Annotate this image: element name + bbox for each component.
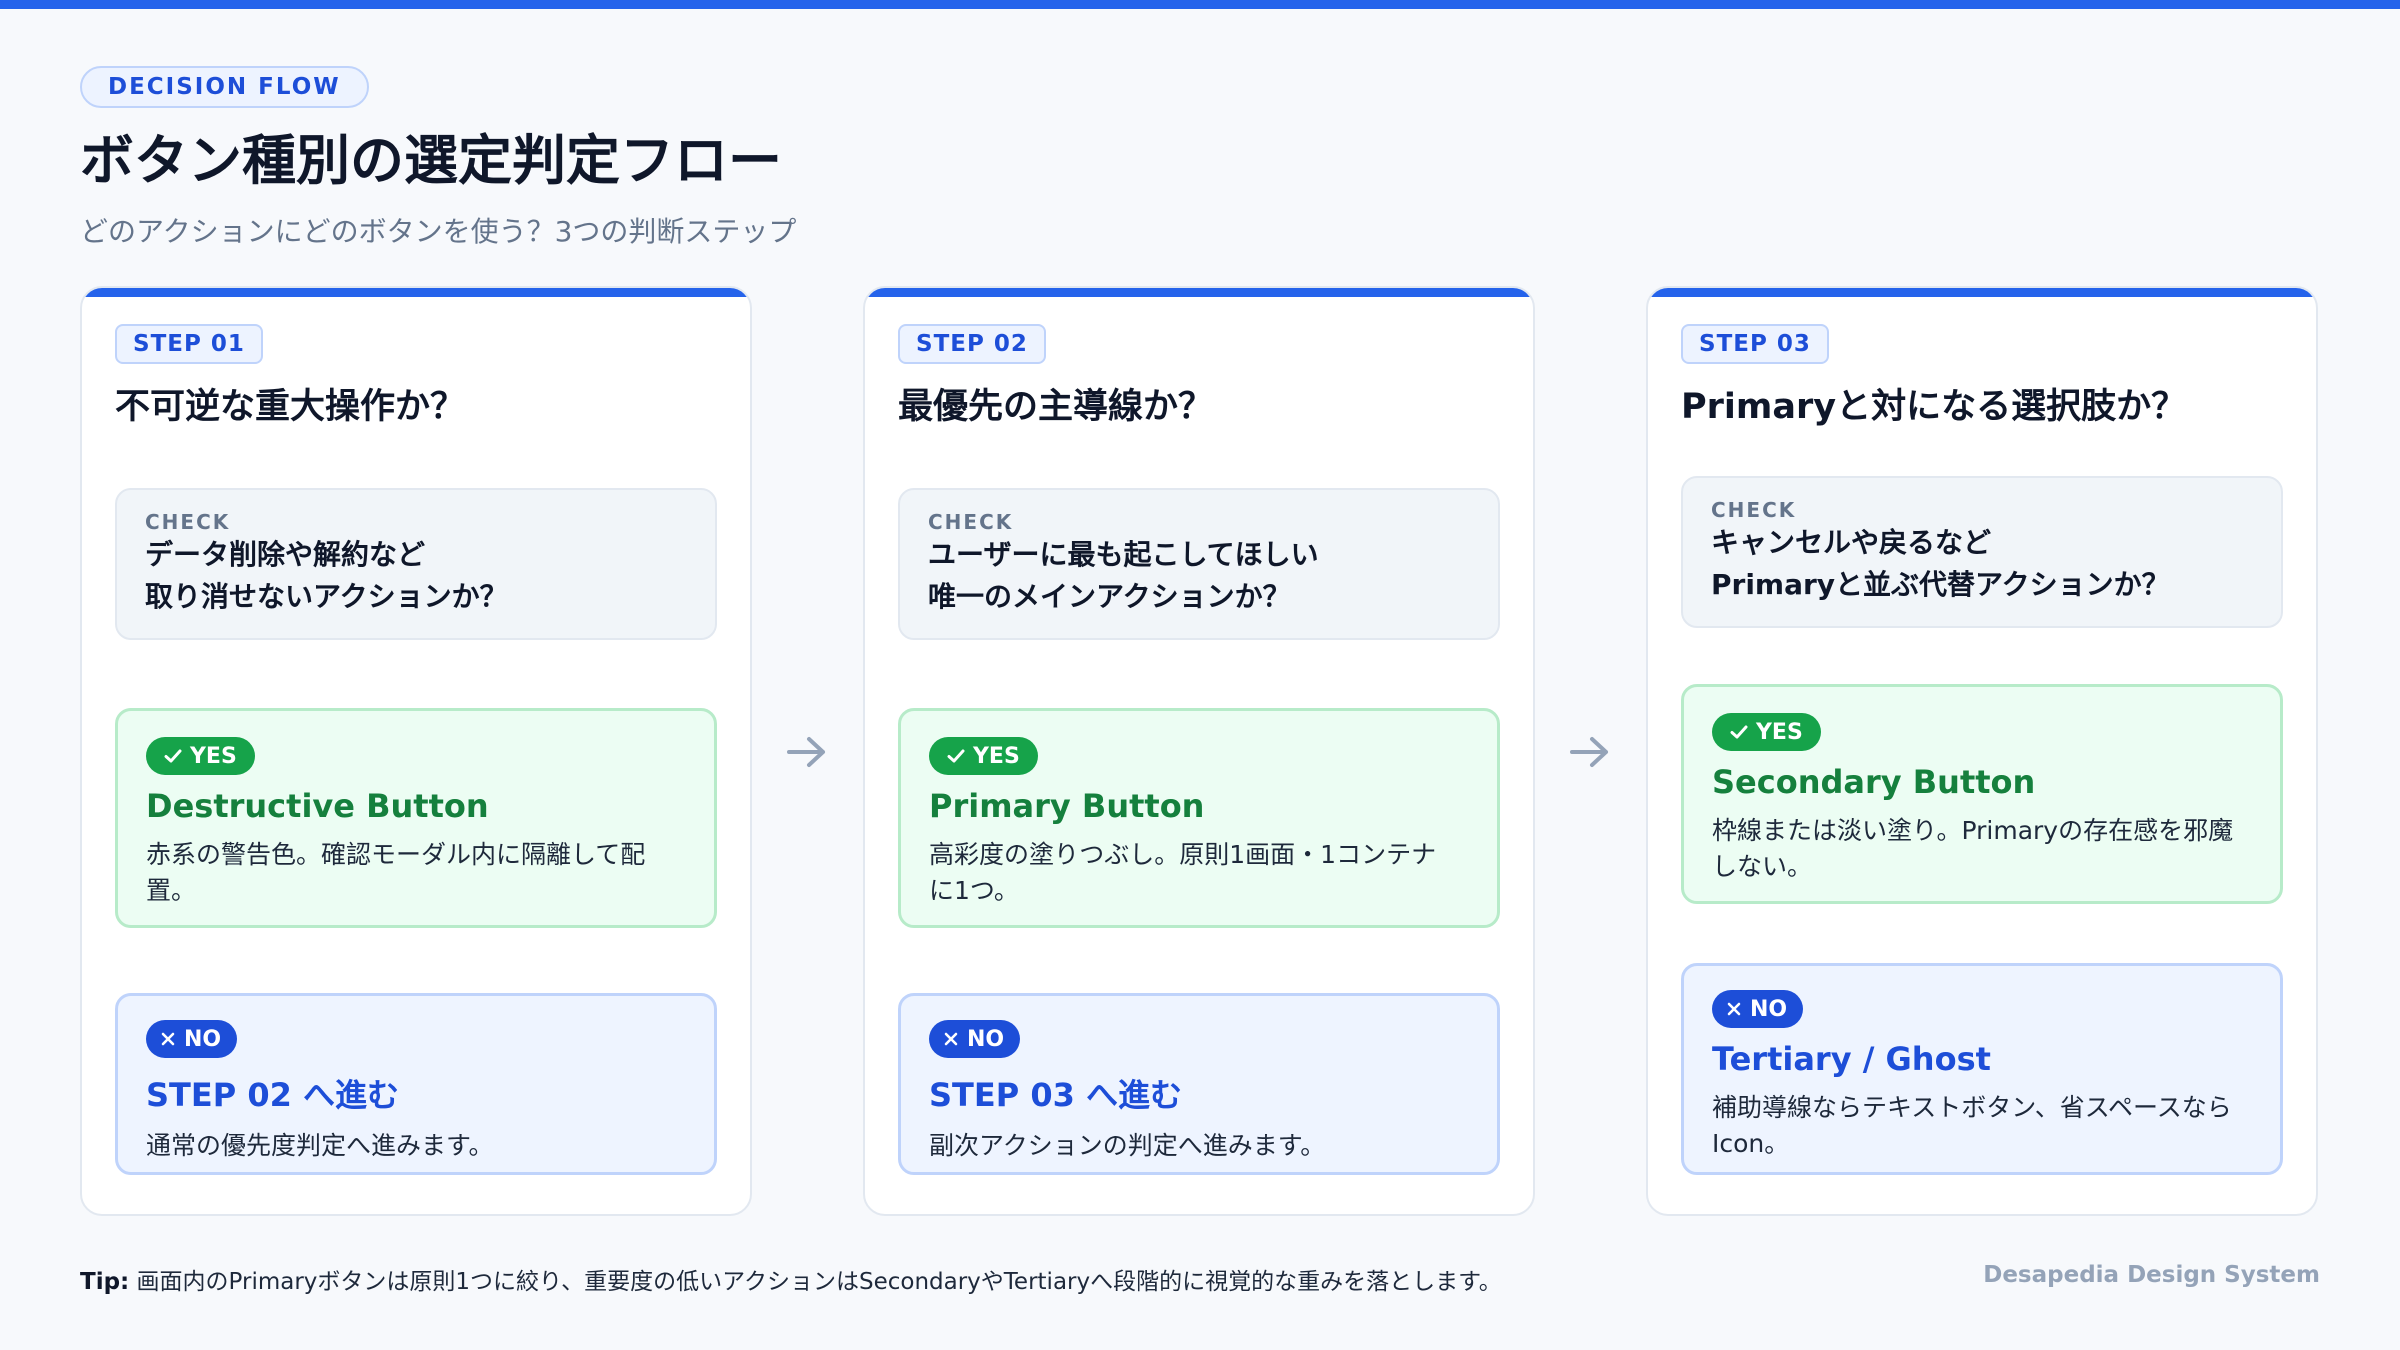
step-question: 不可逆な重大操作か？ [115, 387, 466, 427]
tip-label: Tip: [80, 1269, 130, 1295]
no-label: NO [967, 1026, 1005, 1052]
no-desc-line: 通常の優先度判定へ進みます。 [146, 1131, 494, 1160]
check-box: CHECK ユーザーに最も起こしてほしい 唯一のメインアクションか？ [898, 488, 1500, 640]
no-label: NO [1750, 996, 1788, 1022]
yes-pill: YES [929, 737, 1038, 775]
check-line: 唯一のメインアクションか？ [928, 580, 1291, 613]
yes-outcome: YES Secondary Button 枠線または淡い塗り。Primaryの存… [1681, 684, 2283, 904]
arrow-right-icon [777, 730, 837, 774]
no-description: 通常の優先度判定へ進みます。 [146, 1128, 686, 1164]
yes-description: 高彩度の塗りつぶし。原則1画面・1コンテナ に1つ。 [929, 837, 1469, 909]
check-box: CHECK データ削除や解約など 取り消せないアクションか？ [115, 488, 717, 640]
step-card-2: STEP 02 最優先の主導線か？ CHECK ユーザーに最も起こしてほしい 唯… [863, 286, 1535, 1216]
check-line: Primaryと並ぶ代替アクションか？ [1711, 568, 2170, 601]
check-label: CHECK [1711, 498, 1797, 522]
close-icon [1727, 1002, 1741, 1016]
check-line: キャンセルや戻るなど [1711, 526, 1992, 559]
no-label: NO [184, 1026, 222, 1052]
check-line: データ削除や解約など [145, 538, 426, 571]
yes-desc-line: 赤系の警告色。確認モーダル内に隔離して配 [146, 840, 646, 869]
no-description: 補助導線ならテキストボタン、省スペースなら Icon。 [1712, 1090, 2252, 1162]
step-badge: STEP 01 [115, 324, 263, 364]
page-subtitle: どのアクションにどのボタンを使う？3つの判断ステップ [80, 215, 797, 249]
yes-desc-line: 枠線または淡い塗り。Primaryの存在感を邪魔 [1712, 816, 2234, 845]
step-badge: STEP 02 [898, 324, 1046, 364]
no-description: 副次アクションの判定へ進みます。 [929, 1128, 1469, 1164]
yes-desc-line: しない。 [1712, 852, 1813, 881]
credit-text: Desapedia Design System [1983, 1262, 2320, 1288]
yes-title: Primary Button [929, 787, 1205, 825]
yes-outcome: YES Destructive Button 赤系の警告色。確認モーダル内に隔離… [115, 708, 717, 928]
yes-label: YES [190, 743, 237, 769]
page-header: DECISION FLOW ボタン種別の選定判定フロー どのアクションにどのボタ… [80, 66, 2320, 1216]
yes-desc-line: 高彩度の塗りつぶし。原則1画面・1コンテナ [929, 840, 1437, 869]
no-title: STEP 03 へ進む [929, 1076, 1183, 1114]
check-icon [947, 749, 965, 763]
no-outcome: NO Tertiary / Ghost 補助導線ならテキストボタン、省スペースな… [1681, 963, 2283, 1175]
no-desc-line: 副次アクションの判定へ進みます。 [929, 1131, 1326, 1160]
yes-title: Destructive Button [146, 787, 489, 825]
check-label: CHECK [145, 510, 231, 534]
no-title: Tertiary / Ghost [1712, 1040, 1991, 1078]
yes-desc-line: 置。 [146, 876, 197, 905]
yes-description: 枠線または淡い塗り。Primaryの存在感を邪魔 しない。 [1712, 813, 2252, 885]
close-icon [944, 1032, 958, 1046]
step-question: Primaryと対になる選択肢か？ [1681, 387, 2187, 427]
eyebrow-badge: DECISION FLOW [80, 66, 369, 108]
yes-label: YES [1756, 719, 1803, 745]
yes-pill: YES [1712, 713, 1821, 751]
check-icon [164, 749, 182, 763]
top-accent-bar [0, 0, 2400, 9]
step-card-1: STEP 01 不可逆な重大操作か？ CHECK データ削除や解約など 取り消せ… [80, 286, 752, 1216]
check-line: 取り消せないアクションか？ [145, 580, 508, 613]
no-pill: NO [929, 1020, 1021, 1058]
arrow-right-icon [1560, 730, 1620, 774]
no-pill: NO [146, 1020, 238, 1058]
no-pill: NO [1712, 990, 1804, 1028]
no-desc-line: 補助導線ならテキストボタン、省スペースなら [1712, 1093, 2232, 1122]
check-line: ユーザーに最も起こしてほしい [928, 538, 1319, 571]
tip-text: Tip: 画面内のPrimaryボタンは原則1つに絞り、重要度の低いアクションは… [80, 1262, 1502, 1296]
yes-desc-line: に1つ。 [929, 876, 1019, 905]
tip-body: 画面内のPrimaryボタンは原則1つに絞り、重要度の低いアクションはSecon… [129, 1269, 1502, 1295]
no-outcome: NO STEP 03 へ進む 副次アクションの判定へ進みます。 [898, 993, 1500, 1175]
no-outcome: NO STEP 02 へ進む 通常の優先度判定へ進みます。 [115, 993, 717, 1175]
no-desc-line: Icon。 [1712, 1129, 1790, 1158]
step-card-3: STEP 03 Primaryと対になる選択肢か？ CHECK キャンセルや戻る… [1646, 286, 2318, 1216]
yes-title: Secondary Button [1712, 763, 2036, 801]
yes-description: 赤系の警告色。確認モーダル内に隔離して配 置。 [146, 837, 686, 909]
close-icon [161, 1032, 175, 1046]
yes-label: YES [973, 743, 1020, 769]
check-icon [1730, 725, 1748, 739]
yes-outcome: YES Primary Button 高彩度の塗りつぶし。原則1画面・1コンテナ… [898, 708, 1500, 928]
check-box: CHECK キャンセルや戻るなど Primaryと並ぶ代替アクションか？ [1681, 476, 2283, 628]
footer: Tip: 画面内のPrimaryボタンは原則1つに絞り、重要度の低いアクションは… [80, 1262, 2320, 1295]
yes-pill: YES [146, 737, 255, 775]
step-badge: STEP 03 [1681, 324, 1829, 364]
page-title: ボタン種別の選定判定フロー [80, 129, 782, 192]
step-cards: STEP 01 不可逆な重大操作か？ CHECK データ削除や解約など 取り消せ… [80, 286, 2320, 1216]
step-question: 最優先の主導線か？ [898, 387, 1214, 427]
no-title: STEP 02 へ進む [146, 1076, 400, 1114]
check-label: CHECK [928, 510, 1014, 534]
